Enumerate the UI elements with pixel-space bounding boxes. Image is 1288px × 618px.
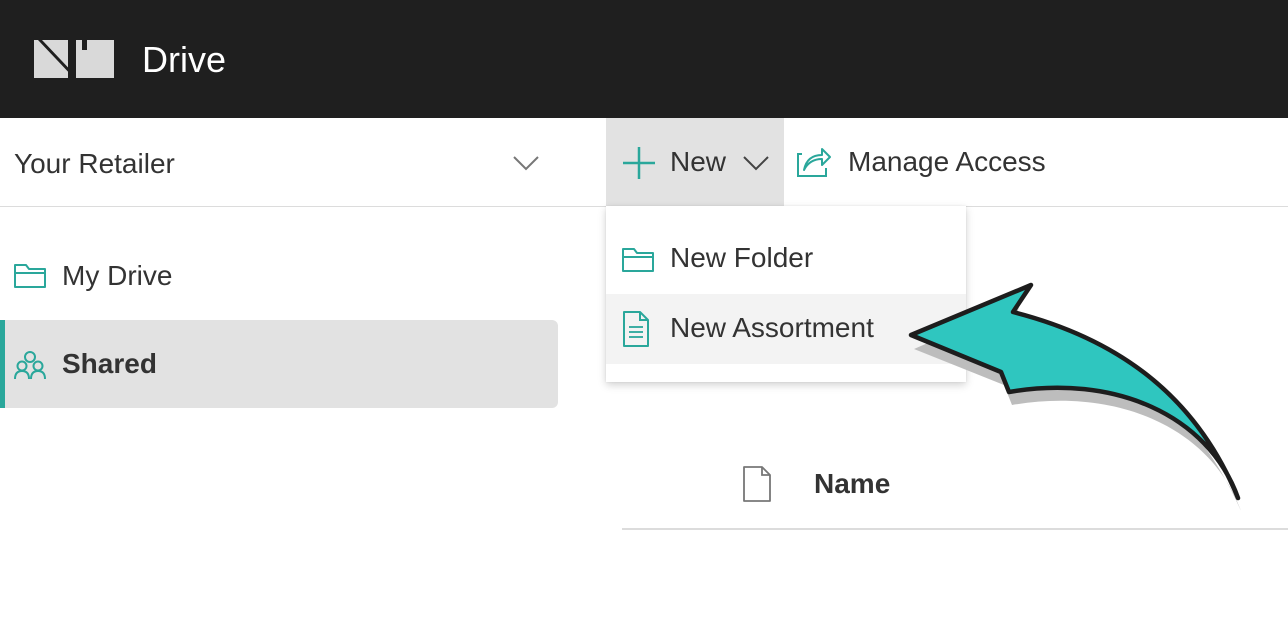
share-icon — [797, 148, 831, 177]
sidebar-item-label: Shared — [62, 348, 157, 379]
new-button-label: New — [670, 146, 727, 177]
folder-icon — [14, 264, 46, 288]
document-icon — [623, 311, 649, 347]
sidebar-item-shared[interactable]: Shared — [0, 320, 558, 408]
menu-item-label: New Folder — [670, 242, 814, 273]
app-header: Drive — [0, 0, 1288, 118]
retailer-selector[interactable]: Your Retailer — [0, 118, 606, 207]
chevron-down-icon — [743, 156, 769, 171]
plus-icon — [623, 147, 655, 179]
new-button[interactable]: New — [606, 118, 784, 206]
manage-access-button[interactable]: Manage Access — [796, 140, 1056, 186]
menu-item-new-folder[interactable]: New Folder — [606, 224, 966, 294]
folder-icon — [622, 248, 654, 272]
menu-item-label: New Assortment — [670, 312, 874, 343]
app-title: Drive — [142, 39, 227, 80]
file-list-header: Name — [622, 440, 1288, 530]
column-header-name[interactable]: Name — [814, 468, 890, 500]
sidebar-item-my-drive[interactable]: My Drive — [0, 232, 558, 316]
new-dropdown-menu: New Folder New Assortment — [606, 206, 966, 382]
nu-logo — [34, 40, 114, 78]
people-icon — [14, 351, 46, 380]
manage-access-label: Manage Access — [848, 146, 1046, 177]
chevron-down-icon — [513, 156, 539, 171]
sidebar-item-label: My Drive — [62, 260, 173, 291]
retailer-name: Your Retailer — [14, 148, 175, 179]
file-icon — [743, 466, 771, 502]
menu-item-new-assortment[interactable]: New Assortment — [606, 294, 966, 364]
